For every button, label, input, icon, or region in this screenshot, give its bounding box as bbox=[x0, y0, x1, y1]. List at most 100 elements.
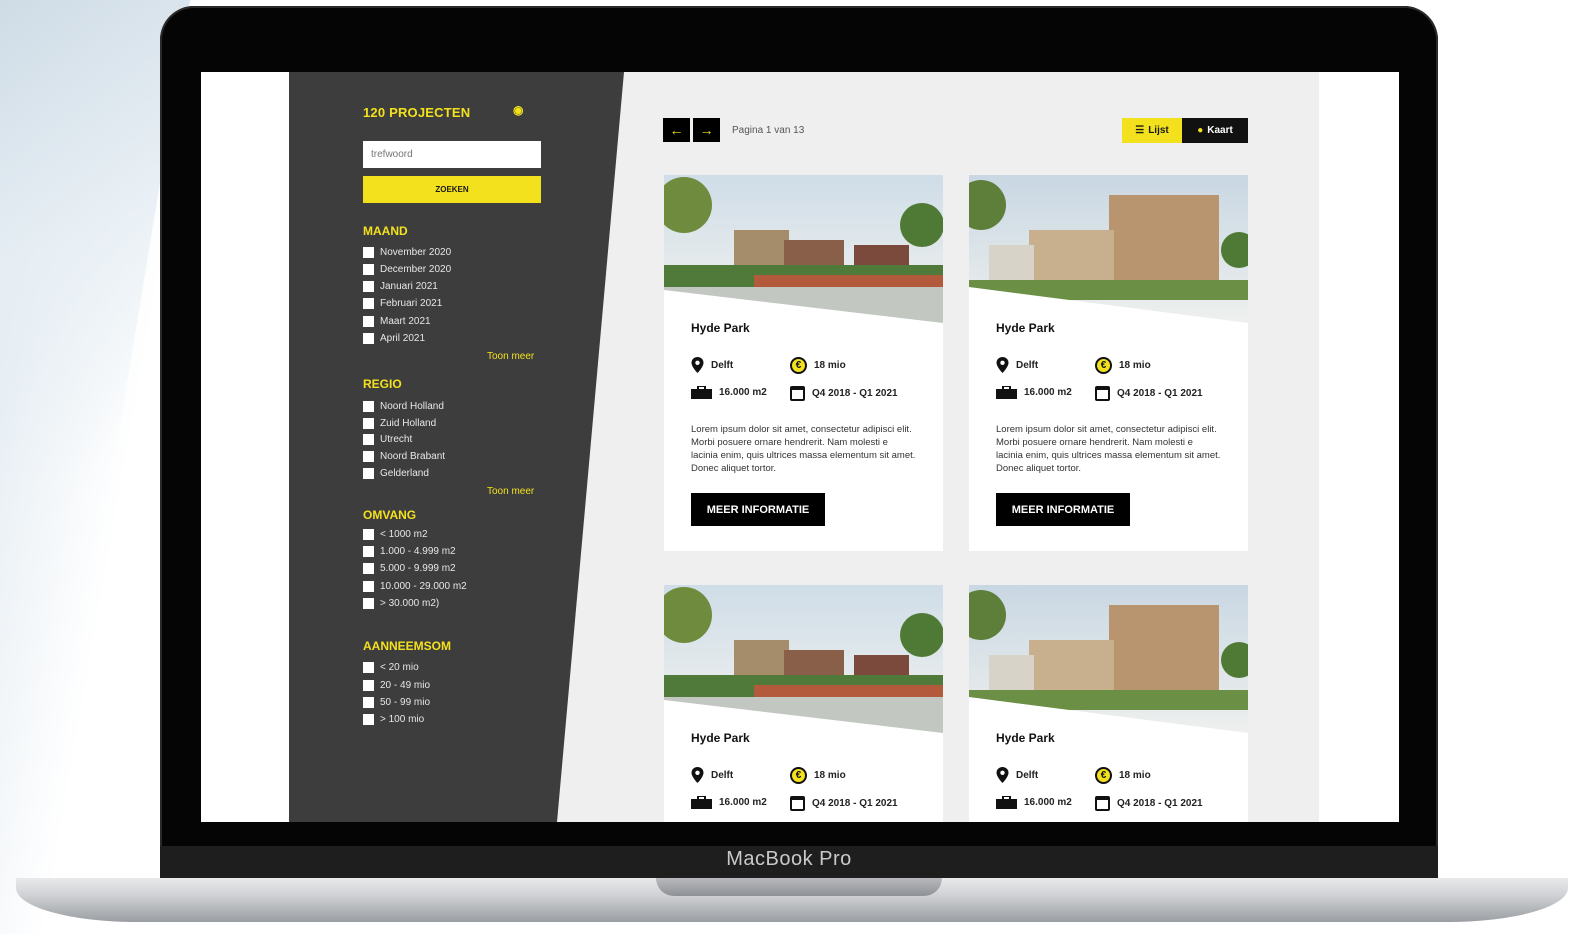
briefcase-icon bbox=[996, 386, 1017, 399]
euro-icon: € bbox=[1095, 767, 1112, 784]
checkbox[interactable] bbox=[363, 264, 374, 275]
meta-period: Q4 2018 - Q1 2021 bbox=[790, 386, 898, 401]
meta-location: Delft bbox=[691, 357, 733, 373]
card-title: Hyde Park bbox=[996, 731, 1055, 745]
show-more-link[interactable]: Toon meer bbox=[487, 486, 534, 497]
checkbox[interactable] bbox=[363, 662, 374, 673]
euro-icon: € bbox=[1095, 357, 1112, 374]
filter-option[interactable]: < 20 mio bbox=[363, 662, 419, 673]
checkbox[interactable] bbox=[363, 581, 374, 592]
briefcase-icon bbox=[996, 796, 1017, 809]
more-info-button[interactable]: MEER INFORMATIE bbox=[996, 493, 1130, 526]
page-indicator: Pagina 1 van 13 bbox=[732, 124, 805, 136]
checkbox[interactable] bbox=[363, 714, 374, 725]
map-view-button[interactable]: ● Kaart bbox=[1182, 118, 1248, 143]
rss-icon[interactable]: ◉ bbox=[513, 103, 523, 117]
project-count: 120 PROJECTEN bbox=[363, 105, 471, 120]
filter-option[interactable]: > 100 mio bbox=[363, 714, 424, 725]
filter-option[interactable]: > 30.000 m2) bbox=[363, 598, 439, 609]
meta-area: 16.000 m2 bbox=[691, 386, 767, 399]
meta-area: 16.000 m2 bbox=[691, 796, 767, 809]
checkbox[interactable] bbox=[363, 316, 374, 327]
project-card[interactable]: Hyde Park Delft €18 mio 16.000 m2 Q4 201… bbox=[664, 175, 943, 551]
checkbox[interactable] bbox=[363, 247, 374, 258]
card-description: Lorem ipsum dolor sit amet, consectetur … bbox=[996, 424, 1221, 474]
checkbox[interactable] bbox=[363, 298, 374, 309]
show-more-link[interactable]: Toon meer bbox=[487, 351, 534, 362]
checkbox[interactable] bbox=[363, 451, 374, 462]
checkbox[interactable] bbox=[363, 598, 374, 609]
checkbox[interactable] bbox=[363, 697, 374, 708]
card-description: Lorem ipsum dolor sit amet, consectetur … bbox=[691, 424, 916, 474]
checkbox[interactable] bbox=[363, 401, 374, 412]
filter-option[interactable]: April 2021 bbox=[363, 333, 425, 344]
list-view-button[interactable]: ☰ Lijst bbox=[1122, 118, 1182, 143]
project-card[interactable]: Hyde Park Delft €18 mio 16.000 m2 Q4 201… bbox=[664, 585, 943, 822]
filter-option[interactable]: 20 - 49 mio bbox=[363, 680, 430, 691]
filter-option[interactable]: < 1000 m2 bbox=[363, 529, 428, 540]
filter-option[interactable]: 1.000 - 4.999 m2 bbox=[363, 546, 456, 557]
checkbox[interactable] bbox=[363, 563, 374, 574]
meta-budget: €18 mio bbox=[1095, 357, 1151, 374]
location-pin-icon bbox=[996, 767, 1009, 783]
checkbox[interactable] bbox=[363, 529, 374, 540]
briefcase-icon bbox=[691, 796, 712, 809]
meta-period: Q4 2018 - Q1 2021 bbox=[1095, 386, 1203, 401]
meta-budget: €18 mio bbox=[790, 357, 846, 374]
card-title: Hyde Park bbox=[996, 321, 1055, 335]
meta-budget: €18 mio bbox=[790, 767, 846, 784]
meta-location: Delft bbox=[691, 767, 733, 783]
filter-option[interactable]: Maart 2021 bbox=[363, 316, 431, 327]
filter-title-maand: MAAND bbox=[363, 224, 408, 238]
filter-title-aanneemsom: AANNEEMSOM bbox=[363, 639, 452, 653]
calendar-icon bbox=[1095, 386, 1110, 401]
checkbox[interactable] bbox=[363, 680, 374, 691]
view-toggle: ☰ Lijst ● Kaart bbox=[1122, 118, 1248, 143]
filter-title-regio: REGIO bbox=[363, 377, 402, 391]
euro-icon: € bbox=[790, 357, 807, 374]
meta-period: Q4 2018 - Q1 2021 bbox=[1095, 796, 1203, 811]
filter-option[interactable]: December 2020 bbox=[363, 264, 451, 275]
laptop-notch bbox=[656, 878, 942, 896]
checkbox[interactable] bbox=[363, 468, 374, 479]
arrow-left-icon[interactable]: ← bbox=[663, 118, 690, 142]
device-label: MacBook Pro bbox=[726, 848, 852, 870]
filter-option[interactable]: 10.000 - 29.000 m2 bbox=[363, 581, 467, 592]
calendar-icon bbox=[790, 386, 805, 401]
search-input[interactable] bbox=[363, 141, 541, 168]
euro-icon: € bbox=[790, 767, 807, 784]
meta-location: Delft bbox=[996, 357, 1038, 373]
checkbox[interactable] bbox=[363, 281, 374, 292]
meta-location: Delft bbox=[996, 767, 1038, 783]
checkbox[interactable] bbox=[363, 546, 374, 557]
project-image bbox=[969, 585, 1248, 733]
search-button[interactable]: ZOEKEN bbox=[363, 176, 541, 203]
more-info-button[interactable]: MEER INFORMATIE bbox=[691, 493, 825, 526]
filter-option[interactable]: Noord Brabant bbox=[363, 451, 445, 462]
meta-area: 16.000 m2 bbox=[996, 796, 1072, 809]
checkbox[interactable] bbox=[363, 333, 374, 344]
card-title: Hyde Park bbox=[691, 321, 750, 335]
checkbox[interactable] bbox=[363, 418, 374, 429]
project-card[interactable]: Hyde Park Delft €18 mio 16.000 m2 Q4 201… bbox=[969, 585, 1248, 822]
filter-option[interactable]: Utrecht bbox=[363, 434, 412, 445]
map-pin-icon: ● bbox=[1197, 125, 1204, 136]
briefcase-icon bbox=[691, 386, 712, 399]
filter-option[interactable]: Zuid Holland bbox=[363, 418, 436, 429]
list-icon: ☰ bbox=[1135, 125, 1145, 136]
filter-option[interactable]: Gelderland bbox=[363, 468, 429, 479]
checkbox[interactable] bbox=[363, 434, 374, 445]
project-image bbox=[664, 585, 943, 733]
project-card[interactable]: Hyde Park Delft €18 mio 16.000 m2 Q4 201… bbox=[969, 175, 1248, 551]
meta-budget: €18 mio bbox=[1095, 767, 1151, 784]
filter-option[interactable]: Noord Holland bbox=[363, 401, 444, 412]
meta-period: Q4 2018 - Q1 2021 bbox=[790, 796, 898, 811]
location-pin-icon bbox=[996, 357, 1009, 373]
filter-option[interactable]: November 2020 bbox=[363, 247, 451, 258]
filter-option[interactable]: Februari 2021 bbox=[363, 298, 442, 309]
filter-option[interactable]: Januari 2021 bbox=[363, 281, 438, 292]
location-pin-icon bbox=[691, 767, 704, 783]
filter-option[interactable]: 5.000 - 9.999 m2 bbox=[363, 563, 456, 574]
arrow-right-icon[interactable]: → bbox=[693, 118, 720, 142]
filter-option[interactable]: 50 - 99 mio bbox=[363, 697, 430, 708]
